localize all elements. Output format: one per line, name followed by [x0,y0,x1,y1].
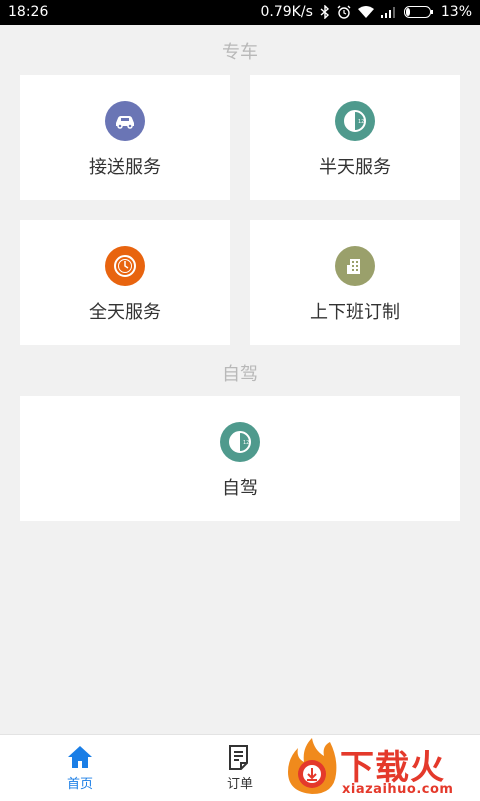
battery-percent: 13% [440,4,472,20]
home-icon [68,746,92,768]
wifi-icon [357,6,374,18]
watermark-logo: 下载火 xiazaihuo.com [282,734,480,800]
card-label: 上下班订制 [310,302,400,323]
svg-text:12: 12 [243,440,249,446]
half-clock-icon: 12 [335,101,375,141]
card-self-drive[interactable]: 12 自驾 [20,396,460,521]
half-clock-icon: 12 [220,422,260,462]
tab-home[interactable]: 首页 [40,735,120,801]
svg-text:12: 12 [358,119,364,125]
flame-logo-icon [288,738,337,794]
clock-icon [105,246,145,286]
card-label: 接送服务 [89,157,161,178]
card-label: 半天服务 [319,157,391,178]
card-label: 全天服务 [89,302,161,323]
tab-home-label: 首页 [66,777,93,792]
signal-icon [380,6,397,18]
card-half-day-service[interactable]: 12 半天服务 [250,75,460,200]
section-title-self-drive: 自驾 [222,364,258,385]
status-bar: 18:26 0.79K/s 13% [0,0,480,25]
card-commute-custom[interactable]: 上下班订制 [250,220,460,345]
bluetooth-icon [320,5,330,19]
card-label: 自驾 [222,478,258,499]
alarm-icon [337,5,351,19]
order-icon [229,745,248,770]
status-time: 18:26 [8,4,49,20]
watermark-url: xiazaihuo.com [342,782,454,797]
building-icon [335,246,375,286]
battery-icon [403,6,434,18]
car-icon [105,101,145,141]
tab-orders-label: 订单 [226,777,253,792]
network-speed: 0.79K/s [260,4,313,20]
section-title-chauffeur: 专车 [222,42,258,63]
tab-orders[interactable]: 订单 [200,735,280,801]
card-pickup-service[interactable]: 接送服务 [20,75,230,200]
card-full-day-service[interactable]: 全天服务 [20,220,230,345]
